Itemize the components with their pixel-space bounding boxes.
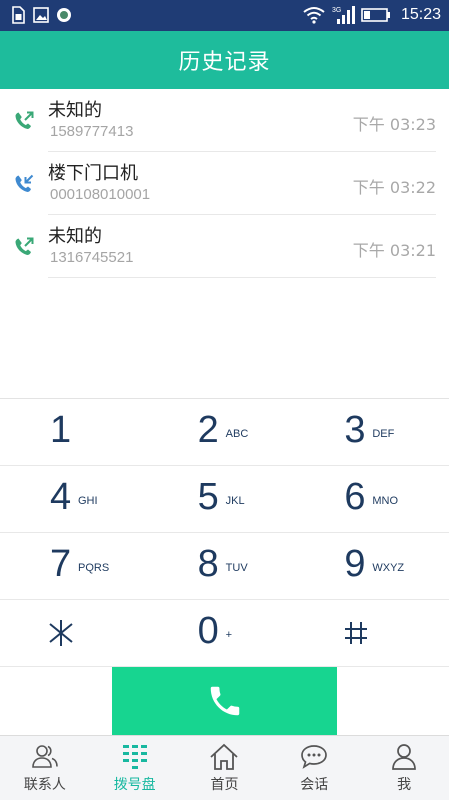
key-digit: 3 bbox=[344, 409, 366, 451]
dialpad-row: 1 2 ABC 3 DEF bbox=[0, 399, 449, 466]
call-time: 下午 03:21 bbox=[352, 241, 436, 260]
key-letters: + bbox=[225, 629, 233, 641]
key-1[interactable]: 1 bbox=[0, 399, 150, 465]
dialpad-icon bbox=[122, 745, 147, 769]
key-hash[interactable] bbox=[299, 600, 449, 666]
nav-contacts[interactable]: 联系人 bbox=[0, 736, 90, 800]
call-button[interactable] bbox=[112, 667, 337, 735]
asterisk-icon bbox=[49, 620, 73, 646]
key-letters: GHI bbox=[78, 495, 98, 507]
call-log-item[interactable]: 楼下门口机 000108010001 下午 03:22 bbox=[0, 152, 449, 215]
profile-icon bbox=[392, 744, 416, 770]
caller-number: 000108010001 bbox=[50, 186, 151, 203]
dialpad-row: 7 PQRS 8 TUV 9 WXYZ bbox=[0, 533, 449, 600]
key-6[interactable]: 6 MNO bbox=[299, 466, 449, 532]
call-button-area bbox=[0, 667, 449, 735]
clock: 15:23 bbox=[400, 6, 441, 23]
call-history-list: 未知的 1589777413 下午 03:23 楼下门口机 0001080100… bbox=[0, 89, 449, 278]
key-letters: WXYZ bbox=[372, 562, 405, 574]
contacts-icon bbox=[32, 745, 58, 768]
key-letters: ABC bbox=[225, 428, 249, 440]
key-digit: 0 bbox=[197, 610, 219, 652]
call-log-item[interactable]: 未知的 1589777413 下午 03:23 bbox=[0, 89, 449, 152]
incoming-call-icon bbox=[15, 174, 34, 192]
key-digit: 6 bbox=[344, 476, 366, 518]
status-bar: 3G 15:23 bbox=[0, 0, 449, 31]
key-letters: TUV bbox=[225, 562, 248, 574]
hash-icon bbox=[345, 622, 368, 644]
key-digit: 4 bbox=[50, 476, 72, 518]
key-8[interactable]: 8 TUV bbox=[150, 533, 300, 599]
home-icon bbox=[210, 743, 239, 770]
dialpad-row: 0 + bbox=[0, 600, 449, 667]
key-2[interactable]: 2 ABC bbox=[150, 399, 300, 465]
key-digit: 2 bbox=[197, 409, 219, 451]
bottom-navigation: 联系人 拨号盘 首页 会话 我 bbox=[0, 735, 449, 800]
caller-number: 1316745521 bbox=[50, 249, 134, 266]
key-star[interactable] bbox=[0, 600, 150, 666]
nav-label: 拨号盘 bbox=[113, 777, 156, 793]
caller-name: 楼下门口机 bbox=[48, 163, 138, 184]
nav-dialpad[interactable]: 拨号盘 bbox=[90, 736, 180, 800]
nav-label: 首页 bbox=[210, 777, 239, 793]
key-letters: DEF bbox=[372, 428, 395, 440]
dialpad: 1 2 ABC 3 DEF 4 GHI 5 JKL 6 MNO 7 PQRS 8 bbox=[0, 398, 449, 667]
nav-label: 联系人 bbox=[23, 777, 66, 793]
network-type-label: 3G bbox=[332, 7, 341, 14]
key-digit: 1 bbox=[50, 409, 72, 451]
key-digit: 9 bbox=[344, 543, 366, 585]
key-7[interactable]: 7 PQRS bbox=[0, 533, 150, 599]
nav-home[interactable]: 首页 bbox=[180, 736, 270, 800]
key-letters: MNO bbox=[372, 495, 399, 507]
dialpad-row: 4 GHI 5 JKL 6 MNO bbox=[0, 466, 449, 533]
key-9[interactable]: 9 WXYZ bbox=[299, 533, 449, 599]
key-0[interactable]: 0 + bbox=[150, 600, 300, 666]
system-indicators: 3G 15:23 bbox=[303, 5, 441, 25]
caller-name: 未知的 bbox=[48, 100, 102, 121]
title-bar: 历史记录 bbox=[0, 31, 449, 89]
key-letters: PQRS bbox=[78, 562, 110, 574]
app-notification-icon bbox=[57, 8, 71, 22]
outgoing-call-icon bbox=[15, 237, 34, 255]
nav-label: 我 bbox=[397, 777, 412, 793]
battery-icon bbox=[361, 8, 390, 22]
call-time: 下午 03:23 bbox=[352, 115, 436, 134]
chat-icon bbox=[301, 745, 328, 769]
image-icon bbox=[33, 7, 49, 23]
key-4[interactable]: 4 GHI bbox=[0, 466, 150, 532]
caller-number: 1589777413 bbox=[50, 123, 134, 140]
sim-card-icon bbox=[12, 6, 25, 24]
key-5[interactable]: 5 JKL bbox=[150, 466, 300, 532]
nav-profile[interactable]: 我 bbox=[359, 736, 449, 800]
key-letters: JKL bbox=[225, 495, 245, 507]
nav-chat[interactable]: 会话 bbox=[269, 736, 359, 800]
call-log-item[interactable]: 未知的 1316745521 下午 03:21 bbox=[0, 215, 449, 278]
key-digit: 8 bbox=[197, 543, 219, 585]
divider bbox=[48, 277, 436, 278]
signal-icon: 3G bbox=[332, 6, 355, 24]
call-time: 下午 03:22 bbox=[352, 178, 436, 197]
notification-icons bbox=[10, 6, 72, 24]
caller-name: 未知的 bbox=[48, 226, 102, 247]
wifi-icon bbox=[303, 7, 325, 24]
key-digit: 7 bbox=[50, 543, 72, 585]
phone-icon bbox=[210, 686, 239, 716]
outgoing-call-icon bbox=[15, 111, 34, 129]
key-3[interactable]: 3 DEF bbox=[299, 399, 449, 465]
key-digit: 5 bbox=[197, 476, 219, 518]
page-title: 历史记录 bbox=[178, 50, 271, 75]
nav-label: 会话 bbox=[300, 777, 329, 793]
